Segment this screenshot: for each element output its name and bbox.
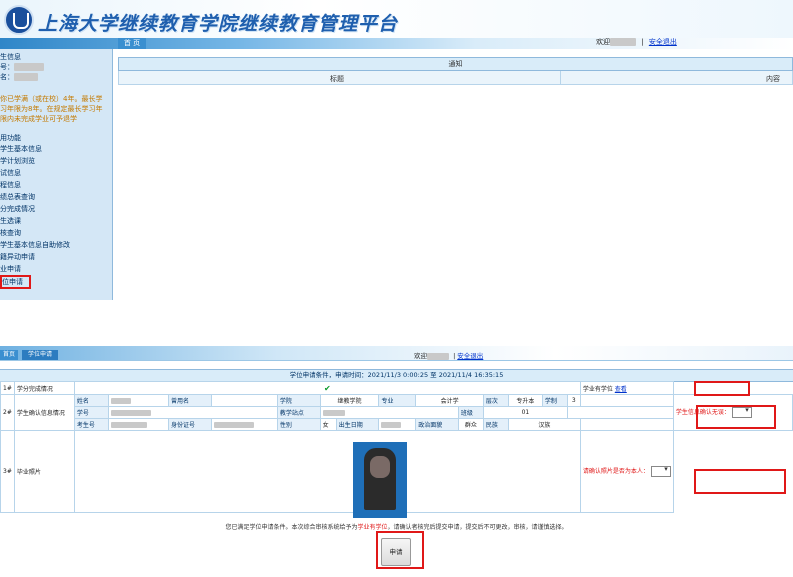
sidebar-item-degree-apply[interactable]: 位申请	[0, 275, 31, 289]
bottom-logout-link[interactable]: 安全退出	[457, 352, 483, 360]
label-college: 学院	[276, 394, 321, 407]
photo-face-blurred	[370, 456, 390, 478]
sidebar-item[interactable]: 学生基本信息自助修改	[0, 240, 70, 250]
logout-link[interactable]: 安全退出	[649, 38, 677, 46]
highlight-confirm-photo	[694, 469, 786, 494]
row-number: 2#	[0, 394, 15, 431]
footer-note: 您已满足学位申请条件。本次综合审核系统给予为学业有学位，请确认者核完后提交申请，…	[225, 524, 568, 531]
username-redacted	[610, 38, 636, 46]
label-politic: 政治面貌	[415, 418, 459, 431]
sidebar-item[interactable]: 学生基本信息	[0, 144, 42, 154]
value-sex: 女	[319, 418, 337, 431]
study-notice-line-2: 习年限为8年。在规定最长学习年	[0, 105, 103, 113]
label-level: 层次	[482, 394, 509, 407]
notice-columns	[118, 71, 793, 85]
gap	[0, 300, 793, 340]
label-nation: 民族	[482, 418, 509, 431]
highlight-confirm-info	[696, 405, 776, 429]
view-link[interactable]: 查看	[615, 386, 627, 393]
notice-header: 通知	[118, 57, 793, 71]
value-politic: 群众	[457, 418, 484, 431]
label-examno: 考生号	[73, 418, 109, 431]
student-name-row: 名：	[0, 72, 38, 82]
value-class: 01	[482, 406, 568, 419]
value-major: 会计学	[415, 394, 484, 407]
study-notice-line-3: 限内未完成学业可予退学	[0, 115, 77, 123]
label-stuno: 学号	[73, 406, 109, 419]
welcome-area: 欢迎 | 安全退出	[596, 37, 677, 47]
value-level: 专升本	[507, 394, 543, 407]
top-screenshot: 上海大学继续教育学院继续教育管理平台 首 页 欢迎 | 安全退出 生信息 号： …	[0, 0, 793, 300]
value-alias	[210, 394, 278, 407]
sidebar-item[interactable]: 程信息	[0, 180, 21, 190]
sidebar-item[interactable]: 生选课	[0, 216, 21, 226]
site-title: 上海大学继续教育学院继续教育管理平台	[38, 13, 399, 35]
degree-status-cell: 学业有学位 查看	[579, 381, 674, 395]
sidebar-item[interactable]: 籍异动申请	[0, 252, 35, 262]
credit-status: ✔	[73, 381, 581, 395]
spacer	[579, 394, 674, 407]
label-birth: 出生日期	[335, 418, 380, 431]
row-label: 学生确认信息情况	[13, 394, 75, 431]
value-nation: 汉族	[507, 418, 581, 431]
notice-col-content: 内容	[766, 75, 780, 83]
row-number: 3#	[0, 430, 15, 513]
confirm-photo-label: 请确认照片是否为本人：	[582, 468, 649, 475]
sidebar-item[interactable]: 业申请	[0, 264, 21, 274]
label-station: 教学站点	[276, 406, 321, 419]
value-idno	[210, 418, 278, 431]
label-major: 专业	[378, 394, 417, 407]
photo-cell	[73, 430, 581, 513]
study-notice-line-1: 你已学满（或在校）4年。最长学	[0, 95, 103, 103]
sidebar-item[interactable]: 学计划浏览	[0, 156, 35, 166]
welcome-label: 欢迎	[596, 38, 610, 46]
func-header: 用功能	[0, 134, 21, 142]
university-logo-icon	[4, 5, 34, 35]
value-name	[107, 394, 170, 407]
row-label: 学分完成情况	[13, 381, 75, 395]
separator: |	[641, 38, 644, 46]
student-info-header: 生信息	[0, 53, 21, 61]
label-sex: 性别	[276, 418, 321, 431]
confirm-photo-select[interactable]	[650, 465, 671, 477]
row-number: 1#	[0, 381, 15, 395]
highlight-apply-button	[376, 531, 424, 569]
check-icon: ✔	[323, 383, 331, 393]
label-idno: 身份证号	[168, 418, 212, 431]
highlight-degree-status	[694, 381, 750, 396]
row-label: 毕业照片	[13, 430, 75, 513]
sidebar-item[interactable]: 试信息	[0, 168, 21, 178]
value-college: 继教学院	[319, 394, 380, 407]
student-no-row: 号：	[0, 62, 44, 72]
sidebar-item[interactable]: 绩总表查询	[0, 192, 35, 202]
notice-col-title: 标题	[330, 75, 344, 83]
column-divider	[560, 71, 561, 85]
sidebar: 生信息 号： 名： 你已学满（或在校）4年。最长学 习年限为8年。在规定最长学习…	[0, 49, 113, 300]
tab-home[interactable]: 首 页	[118, 38, 146, 49]
tab-degree-apply[interactable]: 学位申请	[22, 350, 58, 360]
value-examno	[107, 418, 170, 431]
tab-home-small[interactable]: 首页	[0, 350, 18, 360]
confirm-photo-cell: 请确认照片是否为本人：	[579, 430, 674, 513]
label-class: 班级	[457, 406, 484, 419]
value-system: 3	[566, 394, 581, 407]
value-stuno	[107, 406, 278, 419]
sidebar-item[interactable]: 核查询	[0, 228, 21, 238]
value-station	[319, 406, 459, 419]
spacer	[566, 406, 674, 419]
value-birth	[378, 418, 417, 431]
label-alias: 曾用名	[168, 394, 212, 407]
label-system: 学制	[541, 394, 568, 407]
bottom-header	[0, 346, 793, 361]
sidebar-item[interactable]: 分完成情况	[0, 204, 35, 214]
bottom-welcome: 欢迎 | 安全退出	[414, 352, 484, 360]
label-name: 姓名	[73, 394, 109, 407]
